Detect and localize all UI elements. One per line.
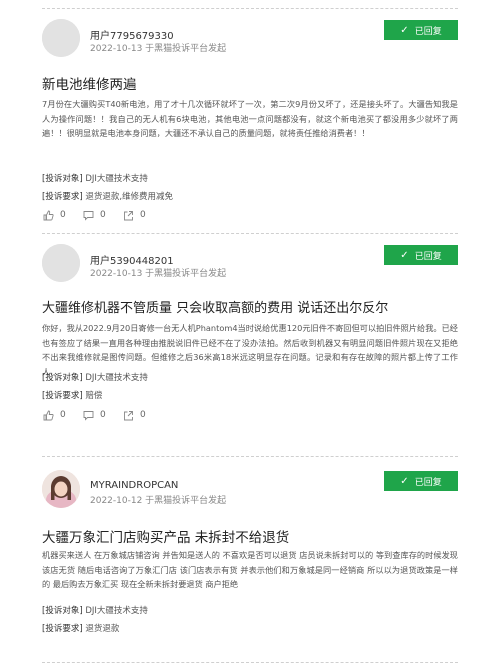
status-badge: ✓ 已回复 bbox=[384, 20, 458, 40]
complaint-body[interactable]: 机器买来送人 在万象城店铺咨询 并告知是送人的 不喜欢是否可以退货 店员说未拆封… bbox=[42, 548, 458, 592]
complaint-request: [投诉要求] 退货退款,维修费用减免 bbox=[42, 190, 173, 202]
user-name[interactable]: 用户5390448201 bbox=[90, 252, 174, 267]
post-meta: 2022-10-13 于黑猫投诉平台发起 bbox=[90, 44, 227, 54]
post-meta: 2022-10-12 于黑猫投诉平台发起 bbox=[90, 496, 227, 506]
post-meta: 2022-10-13 于黑猫投诉平台发起 bbox=[90, 269, 227, 279]
request-value: 退货退款 bbox=[85, 624, 120, 634]
user-name[interactable]: 用户7795679330 bbox=[90, 27, 174, 42]
like-count: 0 bbox=[60, 210, 66, 220]
user-name[interactable]: MYRAINDROPCAN bbox=[90, 480, 178, 491]
complaint-card: MYRAINDROPCAN 2022-10-12 于黑猫投诉平台发起 ✓ 已回复… bbox=[42, 450, 458, 667]
object-value[interactable]: DJI大疆技术支持 bbox=[85, 606, 148, 616]
check-icon: ✓ bbox=[400, 249, 409, 261]
complaint-request: [投诉要求] 赔偿 bbox=[42, 389, 102, 401]
request-label: [投诉要求] bbox=[42, 624, 83, 634]
share-count: 0 bbox=[140, 410, 146, 420]
request-label: [投诉要求] bbox=[42, 192, 83, 202]
complaint-title[interactable]: 新电池维修两遍 bbox=[42, 73, 458, 93]
status-label: 已回复 bbox=[414, 251, 442, 262]
complaint-request: [投诉要求] 退货退款 bbox=[42, 622, 119, 634]
share-icon bbox=[122, 209, 134, 221]
complaint-object: [投诉对象] DJI大疆技术支持 bbox=[42, 371, 148, 383]
object-label: [投诉对象] bbox=[42, 373, 83, 383]
status-label: 已回复 bbox=[414, 26, 442, 37]
complaint-object: [投诉对象] DJI大疆技术支持 bbox=[42, 172, 148, 184]
like-button[interactable]: 0 bbox=[42, 209, 82, 221]
comment-icon bbox=[82, 409, 94, 421]
avatar[interactable] bbox=[42, 244, 80, 282]
check-icon: ✓ bbox=[400, 24, 409, 36]
object-label: [投诉对象] bbox=[42, 606, 83, 616]
thumbs-up-icon bbox=[42, 409, 54, 421]
comment-button[interactable]: 0 bbox=[82, 209, 122, 221]
default-avatar-icon bbox=[42, 244, 80, 282]
avatar[interactable] bbox=[42, 19, 80, 57]
share-button[interactable]: 0 bbox=[122, 209, 162, 221]
thumbs-up-icon bbox=[42, 209, 54, 221]
complaint-title[interactable]: 大疆万象汇门店购买产品 未拆封不给退货 bbox=[42, 526, 458, 546]
object-value[interactable]: DJI大疆技术支持 bbox=[85, 373, 148, 383]
like-button[interactable]: 0 bbox=[42, 409, 82, 421]
status-label: 已回复 bbox=[414, 477, 442, 488]
status-badge: ✓ 已回复 bbox=[384, 245, 458, 265]
like-count: 0 bbox=[60, 410, 66, 420]
user-photo-icon bbox=[42, 470, 80, 508]
request-label: [投诉要求] bbox=[42, 391, 83, 401]
object-value[interactable]: DJI大疆技术支持 bbox=[85, 174, 148, 184]
share-button[interactable]: 0 bbox=[122, 409, 162, 421]
action-bar: 0 0 0 bbox=[42, 209, 162, 221]
status-badge: ✓ 已回复 bbox=[384, 471, 458, 491]
avatar[interactable] bbox=[42, 470, 80, 508]
action-bar: 0 0 0 bbox=[42, 409, 162, 421]
default-avatar-icon bbox=[42, 19, 80, 57]
comment-count: 0 bbox=[100, 410, 106, 420]
request-value: 赔偿 bbox=[85, 391, 103, 401]
complaint-card: 用户5390448201 2022-10-13 于黑猫投诉平台发起 ✓ 已回复 … bbox=[42, 225, 458, 455]
comment-button[interactable]: 0 bbox=[82, 409, 122, 421]
comment-icon bbox=[82, 209, 94, 221]
complaint-card: 用户7795679330 2022-10-13 于黑猫投诉平台发起 ✓ 已回复 … bbox=[42, 0, 458, 230]
complaint-body[interactable]: 7月份在大疆购买T40新电池，用了才十几次循环就坏了一次，第二次9月份又坏了，还… bbox=[42, 97, 458, 141]
object-label: [投诉对象] bbox=[42, 174, 83, 184]
complaint-object: [投诉对象] DJI大疆技术支持 bbox=[42, 604, 148, 616]
request-value: 退货退款,维修费用减免 bbox=[85, 192, 174, 202]
comment-count: 0 bbox=[100, 210, 106, 220]
share-count: 0 bbox=[140, 210, 146, 220]
check-icon: ✓ bbox=[400, 475, 409, 487]
divider bbox=[42, 662, 458, 663]
complaint-title[interactable]: 大疆维修机器不管质量 只会收取高额的费用 说话还出尔反尔 bbox=[42, 297, 458, 316]
share-icon bbox=[122, 409, 134, 421]
